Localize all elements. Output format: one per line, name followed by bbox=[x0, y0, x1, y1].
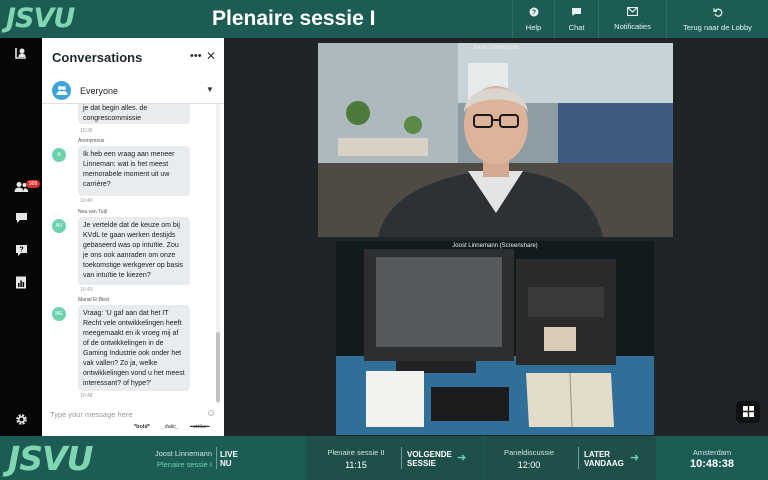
message-time: 10:36 bbox=[80, 128, 93, 134]
chat-button[interactable]: Chat bbox=[554, 0, 598, 38]
live-tag: LIVE NU bbox=[220, 450, 238, 468]
close-icon[interactable]: ✕ bbox=[206, 49, 216, 63]
next-session[interactable]: Plenaire sessie II 11:15 VOLGENDE SESSIE… bbox=[307, 436, 483, 480]
next-divider bbox=[401, 447, 402, 469]
format-strike-hint: ~strike~ bbox=[190, 424, 210, 430]
screenshare-video-frame bbox=[336, 241, 654, 435]
speaker-video[interactable]: Joost Linnemann bbox=[318, 43, 673, 237]
audience-label: Everyone bbox=[80, 86, 119, 96]
message-bubble: je dat begin alles. de congrescommissie bbox=[78, 104, 190, 124]
next-tag: VOLGENDE SESSIE bbox=[407, 450, 452, 468]
later-session-name: Paneldiscussie bbox=[503, 448, 555, 457]
agenda-icon[interactable] bbox=[13, 46, 29, 62]
help-button[interactable]: ? Help bbox=[512, 0, 554, 38]
arrow-right-icon: ➜ bbox=[630, 452, 640, 464]
next-tag-line2: SESSIE bbox=[407, 459, 436, 468]
emoji-icon[interactable]: ☺ bbox=[206, 408, 216, 419]
schedule-bar: JSVU Joost Linnemann Plenaire sessie I L… bbox=[0, 436, 768, 480]
clock-time: 10:48:38 bbox=[689, 458, 735, 470]
next-tag-line1: VOLGENDE bbox=[407, 450, 452, 459]
clock: Amsterdam 10:48:38 bbox=[656, 436, 768, 480]
arrow-right-icon: ➜ bbox=[457, 452, 467, 464]
screenshare-video[interactable]: Joost Linnemann (Screenshare) bbox=[336, 241, 654, 435]
page-title: Plenaire sessie I bbox=[212, 7, 376, 30]
live-tag-line1: LIVE bbox=[220, 450, 238, 459]
format-bold-hint: *bold* bbox=[134, 424, 150, 430]
speaker-video-frame bbox=[318, 43, 673, 237]
message-author: Manal El Bied bbox=[78, 297, 109, 303]
audience-select[interactable]: Everyone ▼ bbox=[42, 78, 224, 104]
message-author: Anonymous bbox=[78, 138, 105, 144]
footer-logo: JSVU bbox=[8, 439, 93, 478]
message-author: Noa van Tuijl bbox=[78, 209, 107, 215]
notifications-label: Notificaties bbox=[614, 22, 651, 31]
back-icon bbox=[712, 7, 723, 20]
left-rail: 999 ? bbox=[0, 38, 42, 436]
back-to-lobby-button[interactable]: Terug naar de Lobby bbox=[666, 0, 768, 38]
live-tag-line2: NU bbox=[220, 459, 232, 468]
now-playing: Joost Linnemann Plenaire sessie I LIVE N… bbox=[100, 436, 306, 480]
help-icon: ? bbox=[529, 7, 539, 20]
message-time: 10:48 bbox=[80, 393, 93, 399]
later-session-time: 12:00 bbox=[517, 460, 541, 470]
later-tag-line1: LATER bbox=[584, 450, 611, 459]
next-session-name: Plenaire sessie II bbox=[327, 448, 385, 457]
chat-icon bbox=[571, 7, 582, 20]
poll-icon[interactable] bbox=[13, 276, 29, 292]
message-input[interactable]: Type your message here bbox=[50, 410, 133, 419]
chat-panel: Conversations ••• ✕ Everyone ▼ je dat be… bbox=[42, 38, 224, 436]
messages-icon[interactable] bbox=[13, 212, 29, 228]
later-tag-line2: VANDAAG bbox=[584, 459, 624, 468]
grid-icon bbox=[742, 406, 754, 417]
video-stage: Joost Linnemann Joost Linnemann (Screens… bbox=[224, 38, 768, 436]
clock-city: Amsterdam bbox=[692, 448, 732, 457]
screenshare-video-label: Joost Linnemann (Screenshare) bbox=[452, 243, 538, 249]
help-label: Help bbox=[525, 22, 542, 32]
later-session[interactable]: Paneldiscussie 12:00 LATER VANDAAG ➜ bbox=[484, 436, 656, 480]
message-time: 10:40 bbox=[80, 198, 93, 204]
svg-text:?: ? bbox=[19, 247, 23, 254]
back-to-lobby-label: Terug naar de Lobby bbox=[683, 22, 752, 32]
later-tag: LATER VANDAAG bbox=[584, 450, 624, 468]
chat-title: Conversations bbox=[52, 50, 143, 65]
everyone-avatar-icon bbox=[52, 81, 71, 100]
format-italic-hint: _italic_ bbox=[162, 424, 180, 430]
next-session-info: Plenaire sessie II 11:15 bbox=[321, 448, 391, 470]
attendees-badge: 999 bbox=[26, 180, 41, 188]
next-session-time: 11:15 bbox=[345, 460, 367, 470]
settings-icon[interactable] bbox=[13, 413, 29, 429]
now-divider bbox=[216, 447, 217, 469]
now-session: Plenaire sessie I bbox=[156, 460, 212, 469]
questions-icon[interactable]: ? bbox=[13, 244, 29, 260]
layout-grid-button[interactable] bbox=[736, 401, 760, 423]
svg-text:?: ? bbox=[531, 9, 535, 16]
top-nav: ? Help Chat Notificaties Terug naar de L… bbox=[512, 0, 768, 38]
mail-icon bbox=[626, 6, 639, 19]
notifications-button[interactable]: Notificaties bbox=[598, 0, 666, 38]
chat-scrollbar-thumb[interactable] bbox=[216, 332, 220, 402]
author-avatar: NV bbox=[52, 219, 66, 233]
message-bubble: Vraag: 'U gaf aan dat het IT Recht vele … bbox=[78, 305, 190, 391]
later-session-info: Paneldiscussie 12:00 bbox=[494, 448, 564, 470]
message-bubble: Je vertelde dat de keuze om bij KVdL te … bbox=[78, 217, 190, 285]
chevron-down-icon: ▼ bbox=[206, 85, 214, 94]
logo: JSVU bbox=[6, 3, 75, 34]
message-bubble: Ik heb een vraag aan meneer Linneman: wa… bbox=[78, 146, 190, 196]
author-avatar: A bbox=[52, 148, 66, 162]
speaker-video-label: Joost Linnemann bbox=[472, 45, 519, 51]
later-divider bbox=[578, 447, 579, 469]
top-bar: JSVU Plenaire sessie I ? Help Chat Notif… bbox=[0, 0, 768, 38]
chat-label: Chat bbox=[568, 22, 585, 32]
more-options-icon[interactable]: ••• bbox=[190, 50, 202, 62]
message-time: 10:43 bbox=[80, 287, 93, 293]
author-avatar: ME bbox=[52, 307, 66, 321]
message-list: je dat begin alles. de congrescommissie … bbox=[42, 104, 218, 404]
chat-scrollbar[interactable] bbox=[216, 104, 220, 404]
now-speaker: Joost Linnemann bbox=[154, 449, 212, 458]
